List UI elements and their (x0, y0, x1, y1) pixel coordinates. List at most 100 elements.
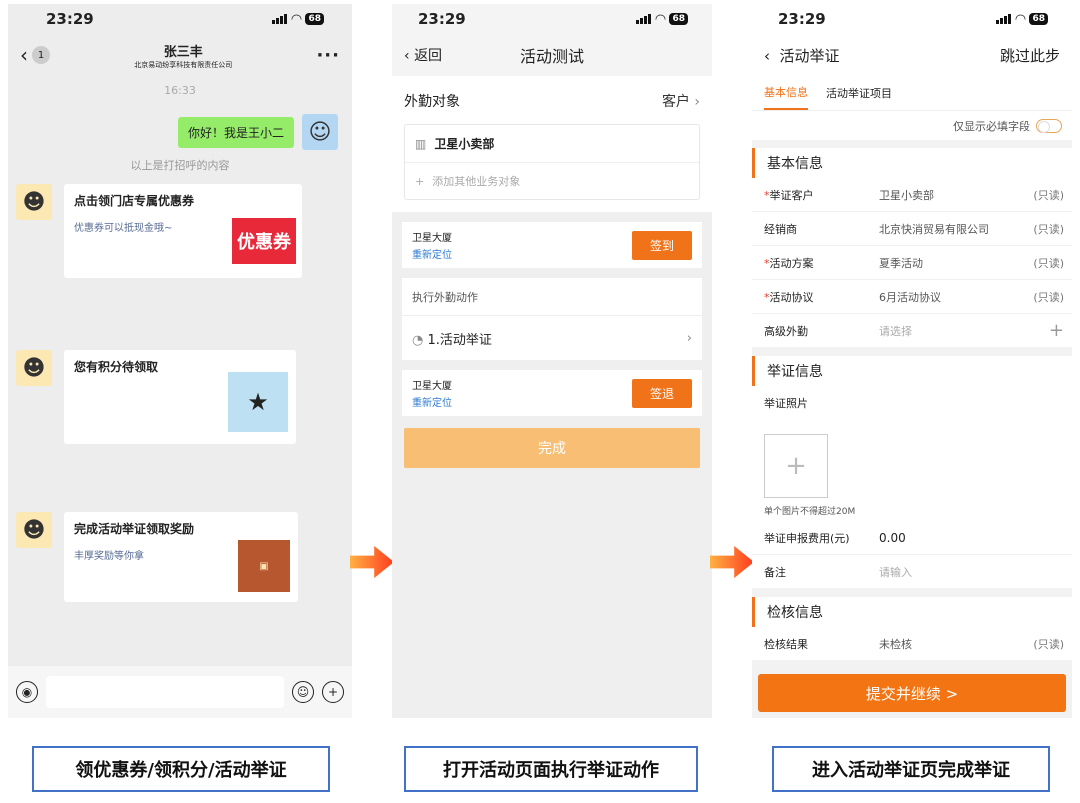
location-name: 卫星大厦 (412, 381, 452, 392)
message-input[interactable] (46, 676, 284, 708)
field-value: 6月活动协议 (879, 290, 941, 304)
readonly-tag: (只读) (1033, 222, 1064, 236)
basic-info-section: 基本信息 *举证客户 卫星小卖部 (只读) 经销商 北京快消贸易有限公司 (只读) *活… (752, 148, 1072, 348)
battery-icon: 68 (1029, 13, 1048, 25)
wifi-icon: ◠ (1015, 11, 1026, 27)
avatar: ☻ (16, 184, 52, 220)
signal-icon (272, 14, 288, 24)
clock-icon: ◔ (412, 332, 424, 348)
signin-button[interactable]: 签到 (631, 230, 692, 260)
relocate-link[interactable]: 重新定位 (412, 394, 452, 409)
status-time: 23:29 (418, 10, 466, 28)
coupon-card[interactable]: 点击领门店专属优惠券 优惠券可以抵现金哦~ 优惠券 (64, 184, 302, 278)
submit-continue-button[interactable]: 提交并继续 > (758, 674, 1066, 712)
section-title: 举证信息 (752, 356, 1072, 386)
chevron-right-icon: › (694, 94, 700, 110)
arrow-icon (710, 546, 754, 578)
tab-basic-info[interactable]: 基本信息 (764, 76, 808, 110)
required-filter-toggle[interactable] (1036, 118, 1062, 133)
building-icon: ▥ (415, 136, 427, 151)
field-value: 夏季活动 (879, 256, 923, 270)
target-row[interactable]: 外勤对象 客户 › (404, 76, 700, 118)
action-section-title: 执行外勤动作 (402, 278, 702, 316)
add-object-placeholder: 添加其他业务对象 (432, 175, 521, 188)
action-item[interactable]: ◔ 1.活动举证 › (402, 316, 702, 360)
fee-label: 举证申报费用(元) (764, 531, 850, 545)
activity-card[interactable]: 完成活动举证领取奖励 丰厚奖励等你拿 ▣ (64, 512, 298, 602)
field-value: 北京快消贸易有限公司 (879, 222, 989, 236)
form-row: 检核结果 未检核 (只读) (752, 627, 1072, 661)
chat-header: ‹ 1 张三丰 北京易动纷享科技有限责任公司 ··· (8, 34, 352, 76)
signin-row: 卫星大厦重新定位 签到 (402, 222, 702, 268)
unread-badge: 1 (32, 46, 50, 64)
field-value: 卫星小卖部 (879, 188, 934, 202)
caption-3: 进入活动举证页完成举证 (772, 746, 1050, 792)
store-name: 卫星小卖部 (434, 137, 495, 151)
message-time: 16:33 (164, 84, 196, 97)
battery-icon: 68 (305, 13, 324, 25)
readonly-tag: (只读) (1033, 637, 1064, 651)
tab-evidence-items[interactable]: 活动举证项目 (826, 85, 892, 101)
contact-company: 北京易动纷享科技有限责任公司 (134, 60, 233, 69)
store-row[interactable]: ▥ 卫星小卖部 (405, 125, 699, 163)
remark-row[interactable]: 备注 请输入 (752, 555, 1072, 589)
back-button[interactable]: ‹ (764, 47, 770, 65)
chevron-right-icon: › (686, 330, 692, 346)
readonly-tag: (只读) (1033, 256, 1064, 270)
skip-button[interactable]: 跳过此步 (1000, 45, 1060, 66)
points-card[interactable]: 您有积分待领取 ★ (64, 350, 296, 444)
voice-icon[interactable]: ◉ (16, 681, 38, 703)
field-placeholder: 请选择 (879, 324, 912, 338)
relocate-link[interactable]: 重新定位 (412, 246, 452, 261)
message-row: ☻ 完成活动举证领取奖励 丰厚奖励等你拿 ▣ (16, 512, 298, 602)
readonly-tag: (只读) (1033, 290, 1064, 304)
card-title: 点击领门店专属优惠券 (74, 194, 195, 208)
signout-button[interactable]: 签退 (631, 378, 692, 408)
plus-icon: + (415, 174, 425, 188)
section-title: 检核信息 (752, 597, 1072, 627)
status-bar: 23:29 ◠ 68 (752, 4, 1072, 34)
action-label: 1.活动举证 (427, 332, 492, 348)
tab-bar: 基本信息 活动举证项目 (752, 76, 1072, 110)
photo-upload-button[interactable]: + (764, 434, 828, 498)
chevron-left-icon: ‹ (20, 43, 28, 67)
fee-row[interactable]: 举证申报费用(元) 0.00 (752, 521, 1072, 555)
card-title: 完成活动举证领取奖励 (74, 522, 195, 536)
message-row: ☻ 点击领门店专属优惠券 优惠券可以抵现金哦~ 优惠券 (16, 184, 302, 278)
field-label: 活动方案 (769, 256, 814, 270)
emoji-icon[interactable]: ☺ (292, 681, 314, 703)
section-title: 基本信息 (752, 148, 1072, 178)
plus-icon[interactable]: + (1049, 320, 1064, 341)
back-button[interactable]: ‹ 1 (20, 43, 50, 67)
required-filter-label: 仅显示必填字段 (953, 119, 1030, 133)
plus-icon[interactable]: + (322, 681, 344, 703)
location-name: 卫星大厦 (412, 233, 452, 244)
advanced-field-row[interactable]: 高级外勤 请选择 + (752, 314, 1072, 348)
back-button[interactable]: ‹ 返回 (404, 45, 442, 65)
field-label: 经销商 (764, 222, 797, 236)
system-message: 以上是打招呼的内容 (130, 159, 230, 172)
wifi-icon: ◠ (655, 11, 666, 27)
more-button[interactable]: ··· (316, 45, 340, 66)
remark-label: 备注 (764, 565, 786, 579)
signout-row: 卫星大厦重新定位 签退 (402, 370, 702, 416)
done-button[interactable]: 完成 (404, 428, 700, 468)
caption-2: 打开活动页面执行举证动作 (404, 746, 698, 792)
form-row: *活动方案 夏季活动 (只读) (752, 246, 1072, 280)
caption-1: 领优惠券/领积分/活动举证 (32, 746, 330, 792)
signal-icon (636, 14, 652, 24)
avatar: ☻ (16, 512, 52, 548)
action-section: 执行外勤动作 ◔ 1.活动举证 › (402, 278, 702, 360)
field-label: 检核结果 (764, 637, 808, 651)
target-section: 外勤对象 客户 › ▥ 卫星小卖部 + 添加其他业务对象 (392, 76, 712, 212)
add-object-row[interactable]: + 添加其他业务对象 (405, 163, 699, 199)
fee-input[interactable]: 0.00 (879, 531, 1064, 545)
arrow-icon (350, 546, 394, 578)
field-label: 举证客户 (769, 188, 814, 202)
form-row: 经销商 北京快消贸易有限公司 (只读) (752, 212, 1072, 246)
chevron-left-icon: ‹ (404, 48, 410, 64)
contact-name: 张三丰 (163, 44, 203, 60)
remark-input[interactable]: 请输入 (879, 564, 1064, 580)
check-section: 检核信息 检核结果 未检核 (只读) (752, 597, 1072, 661)
battery-icon: 68 (669, 13, 688, 25)
